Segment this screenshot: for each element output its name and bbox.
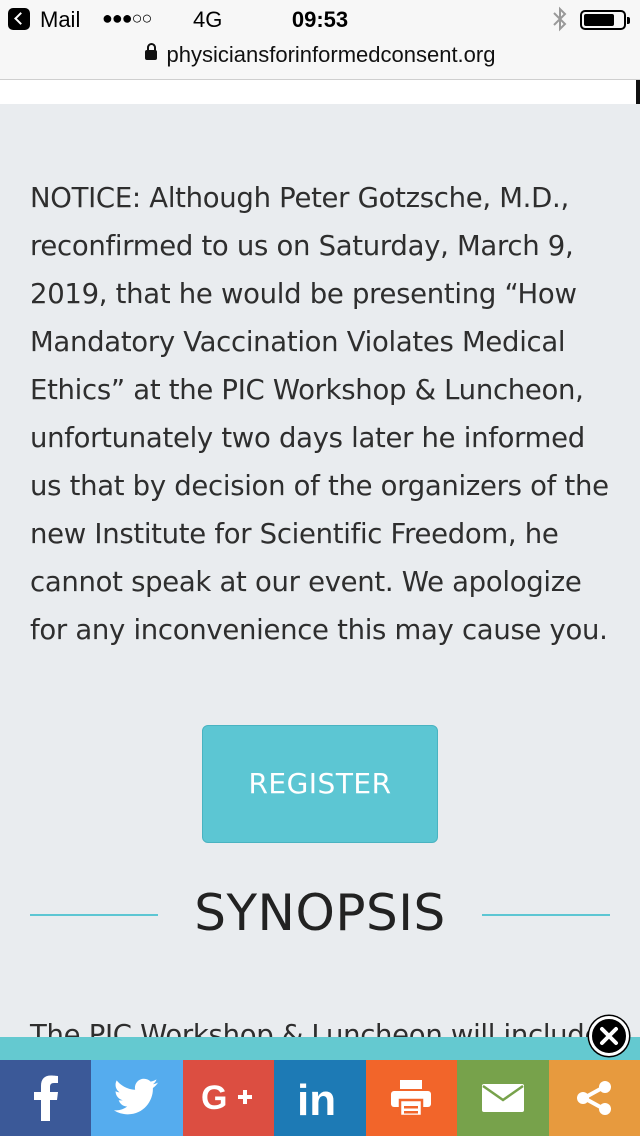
facebook-icon	[33, 1075, 58, 1121]
url-bar[interactable]: physiciansforinformedconsent.org	[0, 40, 640, 80]
share-google-plus-button[interactable]: G	[182, 1060, 275, 1136]
register-button[interactable]: REGISTER	[202, 725, 438, 843]
svg-text:in: in	[297, 1077, 336, 1119]
share-twitter-button[interactable]	[91, 1060, 183, 1136]
share-more-button[interactable]	[548, 1060, 640, 1136]
lock-icon	[144, 43, 157, 61]
status-bar: Mail ●●●○○ 4G 09:53	[0, 0, 640, 40]
twitter-icon	[113, 1078, 159, 1115]
share-email-button[interactable]	[457, 1060, 549, 1136]
share-bar-strip	[0, 1037, 640, 1060]
svg-text:G: G	[201, 1080, 227, 1116]
email-icon	[481, 1084, 524, 1112]
share-linkedin-button[interactable]: in	[274, 1060, 366, 1136]
close-share-bar-button[interactable]	[589, 1016, 629, 1056]
synopsis-heading: SYNOPSIS	[194, 884, 446, 942]
print-icon	[391, 1080, 432, 1116]
share-bar: G in	[0, 1060, 640, 1136]
linkedin-icon: in	[297, 1077, 336, 1119]
share-icon	[577, 1081, 612, 1115]
notice-paragraph: NOTICE: Although Peter Gotzsche, M.D., r…	[30, 182, 609, 646]
synopsis-divider-right	[482, 914, 610, 916]
google-plus-icon: G	[201, 1080, 252, 1116]
close-icon	[600, 1027, 618, 1045]
battery-icon	[580, 10, 630, 30]
page-header-strip	[0, 80, 640, 104]
share-print-button[interactable]	[365, 1060, 458, 1136]
bluetooth-icon	[553, 6, 567, 32]
clock: 09:53	[291, 7, 349, 32]
url-domain: physiciansforinformedconsent.org	[166, 42, 496, 67]
share-facebook-button[interactable]	[0, 1060, 92, 1136]
